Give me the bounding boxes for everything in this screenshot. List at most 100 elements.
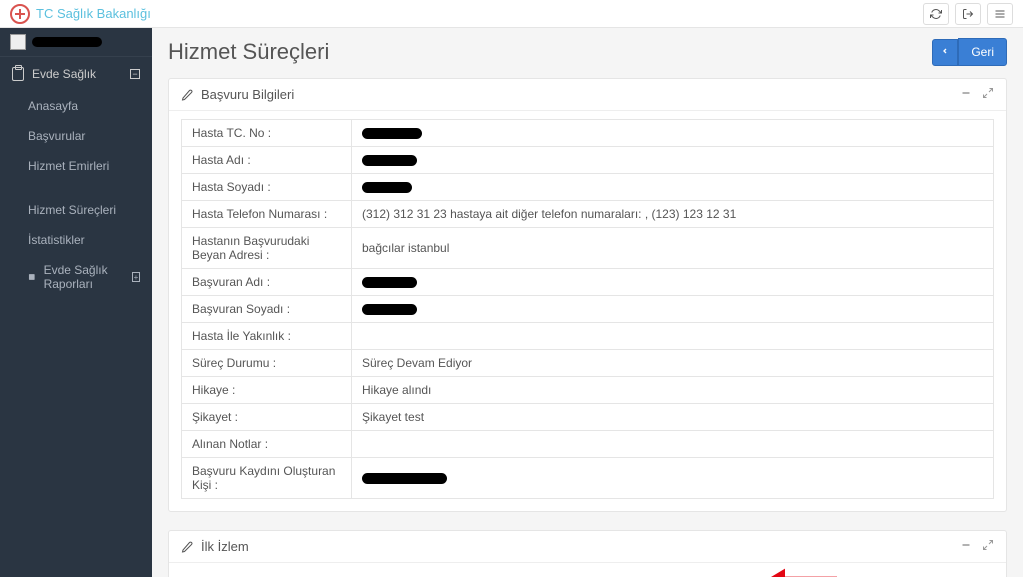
sidebar: Evde Sağlık − Anasayfa Başvurular Hizmet… bbox=[0, 28, 152, 577]
arrow-callout-icon bbox=[761, 566, 841, 577]
panel-title: İlk İzlem bbox=[201, 539, 249, 554]
back-button-label: Geri bbox=[958, 38, 1007, 66]
table-row: Başvuran Adı : bbox=[182, 269, 994, 296]
edit-icon bbox=[181, 89, 193, 101]
refresh-icon bbox=[930, 8, 942, 20]
field-label: Hasta Soyadı : bbox=[182, 174, 352, 201]
table-row: Hasta İle Yakınlık : bbox=[182, 323, 994, 350]
minus-icon bbox=[960, 539, 972, 551]
field-label: Süreç Durumu : bbox=[182, 350, 352, 377]
field-value bbox=[352, 323, 994, 350]
field-label: Hasta İle Yakınlık : bbox=[182, 323, 352, 350]
table-row: Hasta Soyadı : bbox=[182, 174, 994, 201]
sidebar-item-hizmet-emirleri[interactable]: Hizmet Emirleri bbox=[0, 151, 152, 181]
field-value bbox=[352, 269, 994, 296]
field-label: Başvuran Adı : bbox=[182, 269, 352, 296]
topbar: TC Sağlık Bakanlığı bbox=[0, 0, 1023, 28]
logout-button[interactable] bbox=[955, 3, 981, 25]
field-label: Başvuran Soyadı : bbox=[182, 296, 352, 323]
redacted-value bbox=[362, 182, 412, 193]
fullscreen-icon bbox=[982, 539, 994, 551]
panel-header: Başvuru Bilgileri bbox=[169, 79, 1006, 111]
sidebar-section-label: Evde Sağlık bbox=[32, 67, 96, 81]
table-row: Başvuru Kaydını Oluşturan Kişi : bbox=[182, 458, 994, 499]
report-icon bbox=[28, 272, 36, 282]
user-name-redacted bbox=[32, 37, 102, 47]
table-row: Başvuran Soyadı : bbox=[182, 296, 994, 323]
field-value bbox=[352, 296, 994, 323]
redacted-value bbox=[362, 277, 417, 288]
minus-icon bbox=[960, 87, 972, 99]
refresh-button[interactable] bbox=[923, 3, 949, 25]
sidebar-item-label: Başvurular bbox=[28, 129, 85, 143]
field-value: Şikayet test bbox=[352, 404, 994, 431]
field-value bbox=[352, 147, 994, 174]
field-label: Hastanın Başvurudaki Beyan Adresi : bbox=[182, 228, 352, 269]
field-value: Hikaye alındı bbox=[352, 377, 994, 404]
table-row: Hikaye :Hikaye alındı bbox=[182, 377, 994, 404]
table-row: Hasta TC. No : bbox=[182, 120, 994, 147]
sidebar-item-label: İstatistikler bbox=[28, 233, 85, 247]
field-label: Başvuru Kaydını Oluşturan Kişi : bbox=[182, 458, 352, 499]
chevron-left-icon bbox=[932, 39, 958, 66]
field-value bbox=[352, 174, 994, 201]
field-value bbox=[352, 431, 994, 458]
field-value: (312) 312 31 23 hastaya ait diğer telefo… bbox=[352, 201, 994, 228]
panel-header: İlk İzlem bbox=[169, 531, 1006, 563]
brand: TC Sağlık Bakanlığı bbox=[10, 4, 151, 24]
field-value bbox=[352, 120, 994, 147]
brand-title: TC Sağlık Bakanlığı bbox=[36, 6, 151, 21]
brand-logo-icon bbox=[10, 4, 30, 24]
top-actions bbox=[923, 3, 1013, 25]
redacted-value bbox=[362, 473, 447, 484]
sidebar-section-header[interactable]: Evde Sağlık − bbox=[0, 57, 152, 91]
field-label: Hasta Telefon Numarası : bbox=[182, 201, 352, 228]
sidebar-item-hizmet-surecleri[interactable]: Hizmet Süreçleri bbox=[0, 195, 152, 225]
table-row: Hasta Adı : bbox=[182, 147, 994, 174]
sidebar-item-label: Hizmet Süreçleri bbox=[28, 203, 116, 217]
menu-icon bbox=[994, 8, 1006, 20]
clipboard-icon bbox=[12, 67, 24, 81]
field-label: Hikaye : bbox=[182, 377, 352, 404]
page-title: Hizmet Süreçleri bbox=[168, 39, 329, 65]
field-label: Hasta TC. No : bbox=[182, 120, 352, 147]
sidebar-item-istatistikler[interactable]: İstatistikler bbox=[0, 225, 152, 255]
panel-collapse-button[interactable] bbox=[960, 539, 972, 554]
user-avatar bbox=[10, 34, 26, 50]
redacted-value bbox=[362, 155, 417, 166]
table-row: Hastanın Başvurudaki Beyan Adresi :bağcı… bbox=[182, 228, 994, 269]
sidebar-item-anasayfa[interactable]: Anasayfa bbox=[0, 91, 152, 121]
table-row: Hasta Telefon Numarası :(312) 312 31 23 … bbox=[182, 201, 994, 228]
panel-ilk-izlem: İlk İzlem Bireyin izlemlerinde girilen "… bbox=[168, 530, 1007, 577]
field-label: Hasta Adı : bbox=[182, 147, 352, 174]
redacted-value bbox=[362, 304, 417, 315]
panel-collapse-button[interactable] bbox=[960, 87, 972, 102]
panel-expand-button[interactable] bbox=[982, 87, 994, 102]
sidebar-item-basvurular[interactable]: Başvurular bbox=[0, 121, 152, 151]
sidebar-item-label: Anasayfa bbox=[28, 99, 78, 113]
edit-icon bbox=[181, 541, 193, 553]
table-row: Alınan Notlar : bbox=[182, 431, 994, 458]
field-value: Süreç Devam Ediyor bbox=[352, 350, 994, 377]
panel-expand-button[interactable] bbox=[982, 539, 994, 554]
panel-title: Başvuru Bilgileri bbox=[201, 87, 294, 102]
sidebar-item-label: Hizmet Emirleri bbox=[28, 159, 109, 173]
back-button[interactable]: Geri bbox=[932, 38, 1007, 66]
table-row: Şikayet :Şikayet test bbox=[182, 404, 994, 431]
sidebar-item-raporlari[interactable]: Evde Sağlık Raporları + bbox=[0, 255, 152, 299]
expand-icon: + bbox=[132, 272, 140, 282]
field-value bbox=[352, 458, 994, 499]
redacted-value bbox=[362, 128, 422, 139]
sidebar-item-label: Evde Sağlık Raporları bbox=[44, 263, 132, 291]
panel-basvuru-bilgileri: Başvuru Bilgileri Hasta TC. No :Hasta Ad… bbox=[168, 78, 1007, 512]
fullscreen-icon bbox=[982, 87, 994, 99]
user-panel bbox=[0, 28, 152, 57]
field-value: bağcılar istanbul bbox=[352, 228, 994, 269]
table-row: Süreç Durumu :Süreç Devam Ediyor bbox=[182, 350, 994, 377]
info-table: Hasta TC. No :Hasta Adı :Hasta Soyadı :H… bbox=[181, 119, 994, 499]
menu-button[interactable] bbox=[987, 3, 1013, 25]
field-label: Alınan Notlar : bbox=[182, 431, 352, 458]
field-label: Şikayet : bbox=[182, 404, 352, 431]
main-content: Hizmet Süreçleri Geri Başvuru Bilgileri bbox=[152, 28, 1023, 577]
logout-icon bbox=[962, 8, 974, 20]
